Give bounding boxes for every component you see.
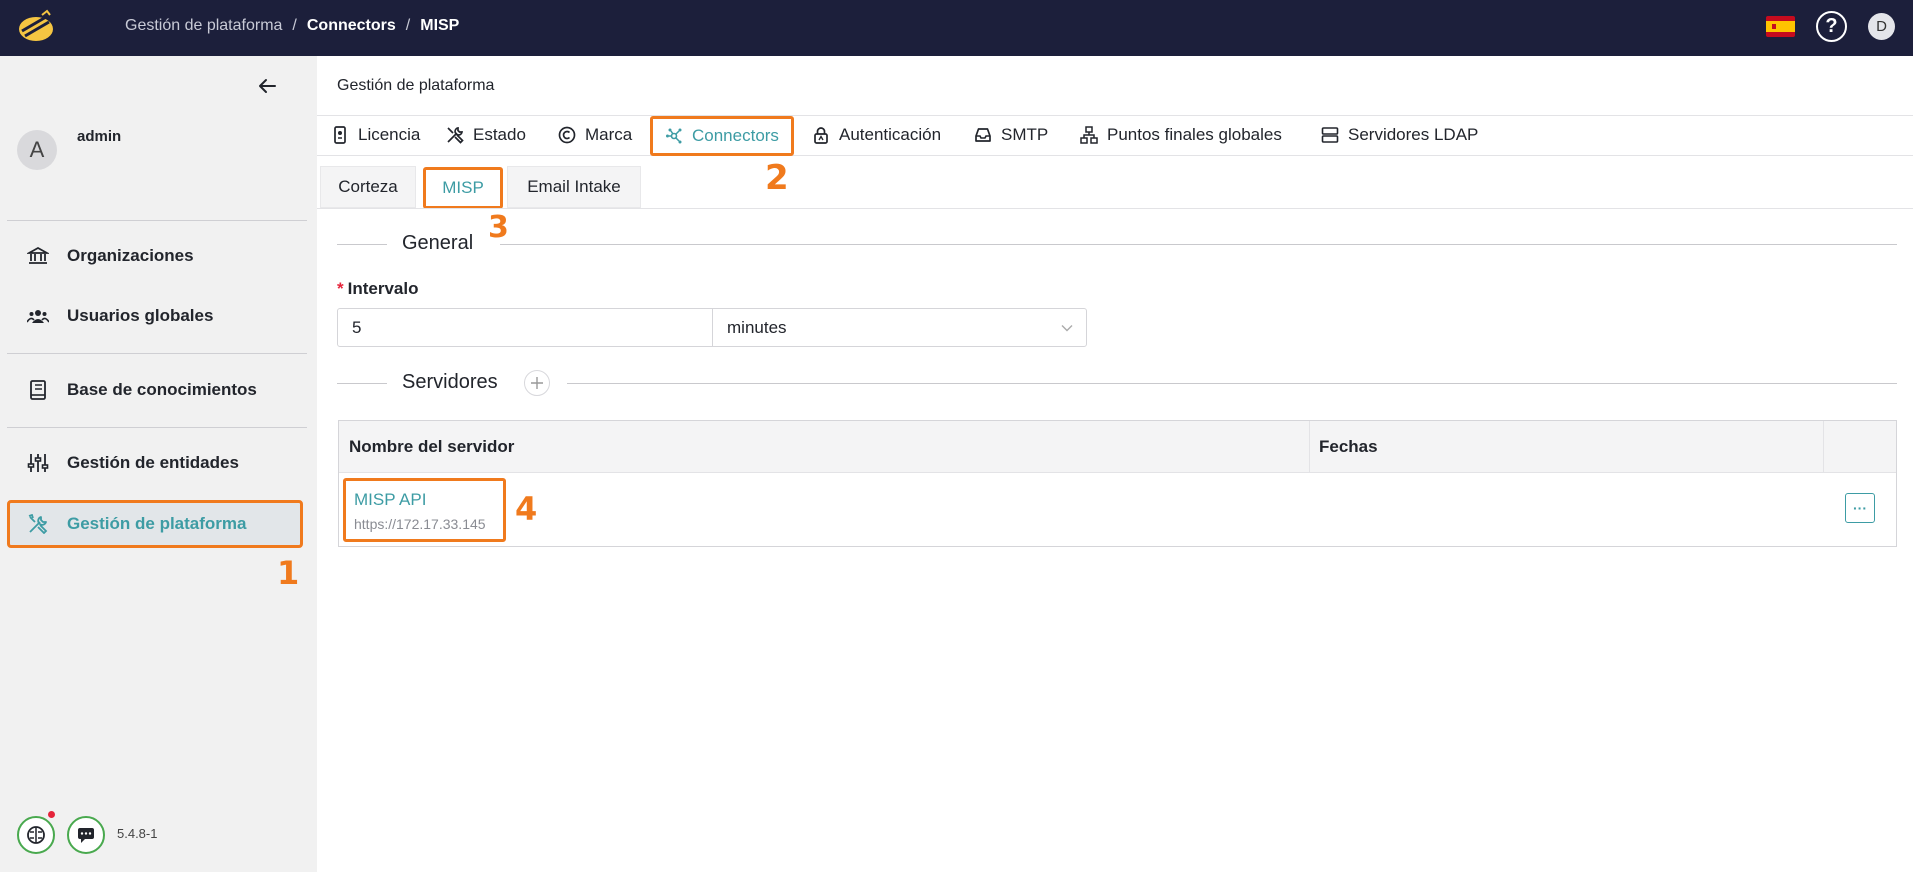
notification-dot [48,811,55,818]
column-header-nombre[interactable]: Nombre del servidor [349,437,514,457]
column-separator [1309,421,1310,473]
tab-licencia[interactable]: Licencia [331,118,420,152]
tab-label: Autenticación [839,125,942,144]
brain-icon [27,826,45,844]
breadcrumb-item[interactable]: Connectors [307,17,396,35]
tab-label: SMTP [1001,125,1049,144]
breadcrumb-separator: / [292,17,297,34]
divider [7,427,307,428]
sidebar-item-label: Organizaciones [67,246,194,265]
sliders-icon [27,454,49,472]
tab-connectors[interactable]: Connectors [650,116,794,156]
license-icon [334,126,346,144]
inbox-icon [975,128,991,142]
sidebar-item-label: Gestión de entidades [67,453,239,472]
subtab-misp[interactable]: MISP [423,167,503,209]
sidebar-item-label: Base de conocimientos [67,380,257,399]
chat-button[interactable] [67,816,105,854]
page-title: Gestión de plataforma [337,77,495,94]
sidebar-item-label: Gestión de plataforma [67,514,247,533]
section-divider [337,244,387,245]
subtab-email-intake[interactable]: Email Intake [507,166,641,208]
top-navbar: Gestión de plataforma / Connectors / MIS… [0,0,1913,56]
divider [317,208,1913,209]
tools-icon [28,514,48,534]
section-title-general: General [402,232,474,254]
bank-icon [27,246,49,264]
users-icon [27,310,49,323]
add-server-button[interactable] [524,370,550,396]
tools-icon [447,127,464,144]
sidebar: A admin Organizaciones Usuarios globales… [0,56,317,872]
tab-smtp[interactable]: SMTP [974,118,1048,152]
username: admin [77,128,122,145]
table-row: MISP API https://172.17.33.145 [343,478,506,542]
section-divider [567,383,1897,384]
tab-label: Servidores LDAP [1348,125,1479,144]
sitemap-icon [1080,126,1098,144]
tab-estado[interactable]: Estado [446,118,526,152]
breadcrumb-separator: / [405,17,411,34]
breadcrumb-current: MISP [420,17,460,34]
breadcrumb: Gestión de plataforma / Connectors / MIS… [125,17,459,35]
sidebar-item-usuarios-globales[interactable]: Usuarios globales [7,292,303,340]
cortex-status-button[interactable] [17,816,55,854]
interval-label: * Intervalo [337,279,418,299]
tab-label: Licencia [358,125,421,144]
tab-puntos-finales-globales[interactable]: Puntos finales globales [1080,118,1282,152]
divider [7,353,307,354]
chat-icon [78,828,94,843]
network-icon [666,128,682,144]
server-name-link[interactable]: MISP API [354,490,426,510]
user-avatar[interactable]: D [1868,13,1895,40]
annotation-number: 2 [765,158,789,198]
servers-table: Nombre del servidor Fechas MISP API http… [338,420,1897,547]
sidebar-item-gestion-entidades[interactable]: Gestión de entidades [7,439,303,487]
tab-label: Marca [585,125,633,144]
annotation-number: 3 [488,210,509,245]
tab-marca[interactable]: Marca [558,118,632,152]
server-url: https://172.17.33.145 [354,516,486,532]
annotation-number: 4 [515,490,538,528]
sidebar-item-organizaciones[interactable]: Organizaciones [7,232,303,280]
interval-value-input[interactable]: 5 [337,308,713,347]
arrow-left-icon[interactable] [255,74,279,98]
section-divider [500,244,1897,245]
copyright-icon [558,126,576,144]
subtab-corteza[interactable]: Corteza [320,166,416,208]
breadcrumb-item[interactable]: Gestión de plataforma [125,17,282,35]
app-version: 5.4.8-1 [117,826,158,841]
section-divider [337,383,387,384]
sidebar-item-base-conocimientos[interactable]: Base de conocimientos [7,366,303,414]
server-icon [1321,127,1339,143]
chevron-down-icon [1061,325,1073,332]
lock-icon [814,127,828,144]
plus-icon [531,377,543,389]
divider [317,115,1913,116]
tab-label: Puntos finales globales [1107,125,1282,144]
interval-unit-value: minutes [727,317,787,337]
sidebar-item-label: Usuarios globales [67,306,214,325]
section-title-servidores: Servidores [402,371,498,393]
tab-label: Connectors [692,126,779,145]
tab-autenticacion[interactable]: Autenticación [812,118,941,152]
interval-unit-select[interactable]: minutes [712,308,1087,347]
tab-label: Estado [473,125,526,144]
tab-servidores-ldap[interactable]: Servidores LDAP [1321,118,1478,152]
row-actions-button[interactable]: ··· [1845,493,1875,523]
spain-flag-icon[interactable] [1766,16,1795,37]
annotation-number: 1 [277,554,300,592]
column-header-fechas[interactable]: Fechas [1319,437,1378,457]
user-avatar: A [17,130,57,170]
help-icon[interactable]: ? [1816,11,1847,42]
app-logo-icon[interactable] [16,9,56,45]
sidebar-item-gestion-plataforma[interactable]: Gestión de plataforma [7,500,303,548]
book-icon [30,380,46,400]
divider [7,220,307,221]
column-separator [1823,421,1824,473]
required-marker: * [337,279,344,298]
table-header: Nombre del servidor Fechas [339,421,1896,473]
interval-label-text: Intervalo [347,279,419,298]
divider [317,155,1913,156]
